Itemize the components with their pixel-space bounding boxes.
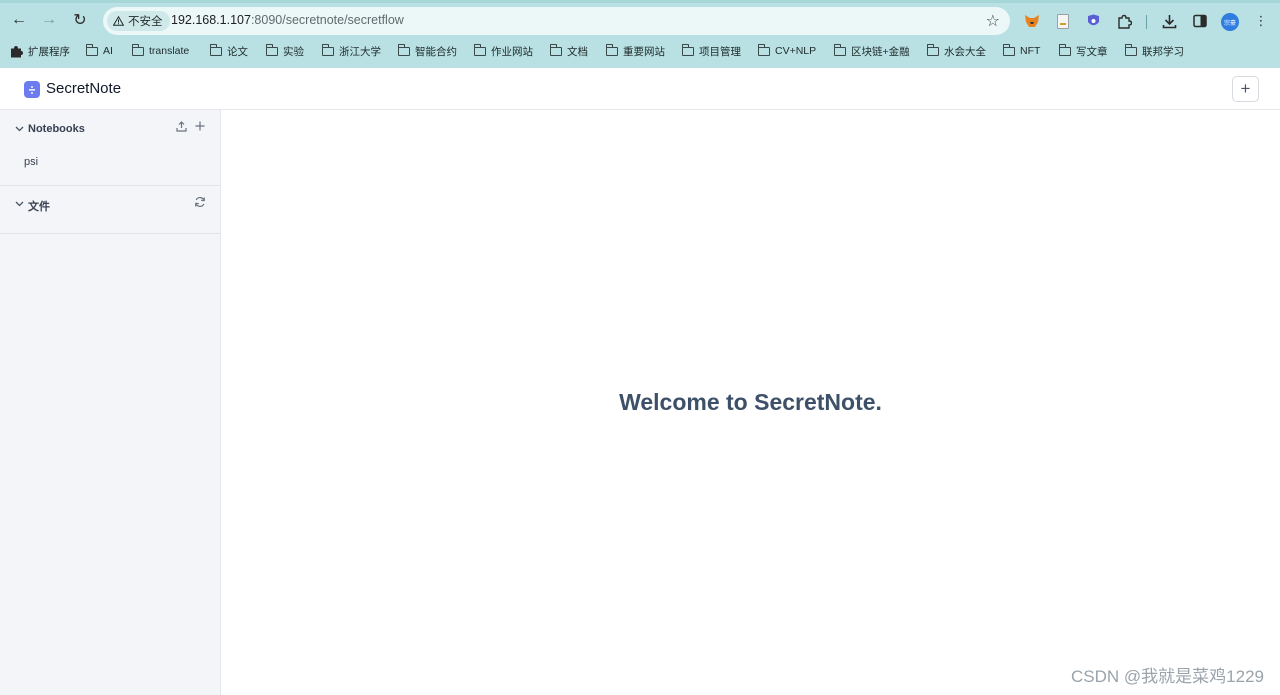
folder-icon	[926, 44, 939, 56]
wallet-icon[interactable]	[1084, 12, 1102, 30]
bookmark-folder[interactable]: 写文章	[1058, 42, 1108, 60]
url-host: 192.168.1.107	[171, 13, 251, 27]
app-header: SecretNote +	[0, 68, 1280, 110]
bookmark-label: 论文	[227, 45, 248, 58]
bookmark-label: 区块链+金融	[851, 45, 910, 58]
bookmark-folder[interactable]: translate	[131, 42, 190, 60]
folder-icon	[265, 44, 278, 56]
bookmark-folder[interactable]: 联邦学习	[1124, 42, 1184, 60]
notebooks-header[interactable]: Notebooks	[0, 121, 220, 139]
bookmark-label: CV+NLP	[775, 45, 817, 57]
bookmark-folder[interactable]: 区块链+金融	[833, 42, 910, 60]
main-content: Welcome to SecretNote.	[221, 110, 1280, 695]
refresh-icon[interactable]	[194, 196, 206, 208]
folder-icon	[549, 44, 562, 56]
notebook-item[interactable]: psi	[24, 156, 38, 168]
bookmark-folder[interactable]: 水会大全	[926, 42, 986, 60]
sidebar: Notebooks psi 文件	[0, 110, 221, 695]
bookmarks-bar: 扩展程序 AI translate 论文 实验 浙江大学 智能合约 作业网站 文…	[0, 40, 1280, 62]
plus-icon[interactable]	[195, 121, 205, 131]
folder-icon	[473, 44, 486, 56]
bookmark-label: 水会大全	[944, 45, 986, 58]
folder-icon	[85, 44, 98, 56]
folder-icon	[321, 44, 334, 56]
folder-icon	[397, 44, 410, 56]
bookmark-folder[interactable]: 文档	[549, 42, 588, 60]
folder-icon	[681, 44, 694, 56]
bookmark-folder[interactable]: 重要网站	[605, 42, 665, 60]
bookmark-label: 扩展程序	[28, 45, 70, 58]
files-header[interactable]: 文件	[0, 196, 220, 214]
security-label: 不安全	[128, 16, 163, 28]
app-title: SecretNote	[46, 80, 122, 97]
folder-icon	[833, 44, 846, 56]
chevron-down-icon[interactable]	[15, 126, 24, 132]
bookmark-folder[interactable]: 项目管理	[681, 42, 741, 60]
bookmark-label: 项目管理	[699, 45, 741, 58]
download-icon[interactable]	[1160, 12, 1178, 30]
back-arrow-icon: ←	[11, 11, 27, 28]
browser-toolbar: ← → ↻ 不安全 192.168.1.107:8090/secretnote/…	[0, 4, 1280, 37]
welcome-message: Welcome to SecretNote.	[619, 389, 882, 415]
bookmark-folder[interactable]: AI	[85, 42, 113, 60]
folder-icon	[1058, 44, 1071, 56]
bookmark-label: 智能合约	[415, 45, 457, 58]
document-icon[interactable]	[1054, 12, 1072, 30]
metamask-icon[interactable]	[1023, 12, 1041, 30]
bookmark-star-icon[interactable]: ☆	[986, 11, 1000, 31]
bookmark-folder[interactable]: CV+NLP	[757, 42, 817, 60]
folder-icon	[209, 44, 222, 56]
security-indicator[interactable]: 不安全	[107, 11, 170, 31]
profile-avatar[interactable]: 宗豪	[1221, 13, 1239, 31]
folder-icon	[1002, 44, 1015, 56]
toolbar-divider	[1146, 15, 1147, 29]
bookmark-folder[interactable]: NFT	[1002, 42, 1041, 60]
forward-button[interactable]: →	[38, 9, 60, 31]
upload-icon[interactable]	[176, 121, 187, 132]
browser-menu-icon[interactable]: ⋮	[1252, 12, 1270, 30]
bookmark-folder[interactable]: 论文	[209, 42, 248, 60]
section-divider	[0, 185, 220, 186]
puzzle-icon[interactable]	[1115, 12, 1133, 30]
bookmark-label: 重要网站	[623, 45, 665, 58]
url-path: :8090/secretnote/secretflow	[250, 13, 404, 27]
folder-icon	[605, 44, 618, 56]
files-title: 文件	[28, 201, 50, 213]
sidepanel-icon[interactable]	[1191, 12, 1209, 30]
bookmark-label: 联邦学习	[1142, 45, 1184, 58]
folder-icon	[131, 44, 144, 56]
new-notebook-button[interactable]: +	[1232, 76, 1259, 102]
bookmark-extensions[interactable]: 扩展程序	[10, 42, 70, 60]
bookmark-label: NFT	[1020, 45, 1041, 57]
address-bar[interactable]: 不安全 192.168.1.107:8090/secretnote/secret…	[103, 7, 1010, 35]
notebooks-title: Notebooks	[28, 123, 85, 135]
warning-triangle-icon	[113, 16, 124, 26]
bookmark-label: 浙江大学	[339, 45, 381, 58]
bookmark-folder[interactable]: 实验	[265, 42, 304, 60]
folder-icon	[757, 44, 770, 56]
bookmark-folder[interactable]: 智能合约	[397, 42, 457, 60]
bookmark-label: 作业网站	[491, 45, 533, 58]
bookmark-label: 写文章	[1076, 45, 1108, 58]
url-text: 192.168.1.107:8090/secretnote/secretflow	[171, 13, 404, 27]
chevron-down-icon[interactable]	[15, 201, 24, 207]
folder-icon	[1124, 44, 1137, 56]
section-divider	[0, 233, 220, 234]
puzzle-icon	[11, 45, 23, 57]
bookmark-label: translate	[149, 45, 190, 57]
reload-button[interactable]: ↻	[69, 9, 91, 31]
back-button[interactable]: ←	[8, 9, 30, 31]
secretnote-logo-icon	[24, 81, 40, 98]
tab-strip	[0, 0, 1280, 3]
bookmark-folder[interactable]: 浙江大学	[321, 42, 381, 60]
bookmark-label: 实验	[283, 45, 304, 58]
reload-icon: ↻	[73, 12, 87, 29]
bookmark-folder[interactable]: 作业网站	[473, 42, 533, 60]
bookmark-label: AI	[103, 45, 113, 57]
browser-chrome: ← → ↻ 不安全 192.168.1.107:8090/secretnote/…	[0, 0, 1280, 68]
watermark: CSDN @我就是菜鸡1229	[1071, 667, 1264, 686]
bookmark-label: 文档	[567, 45, 588, 58]
forward-arrow-icon: →	[41, 11, 57, 28]
